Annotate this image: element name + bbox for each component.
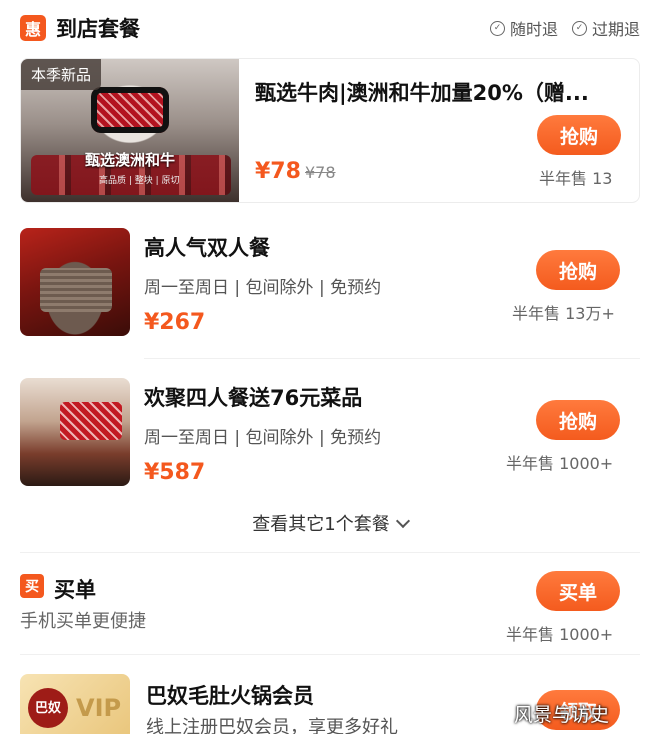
package-tags: 周一至周日 | 包间除外 | 免预约 — [144, 278, 382, 298]
season-tag: 本季新品 — [21, 59, 102, 90]
package-title[interactable]: 高人气双人餐 — [144, 232, 270, 262]
vip-subtitle: 线上注册巴奴会员，享更多好礼 — [146, 717, 398, 734]
vip-card-image[interactable]: 巴奴 VIP — [20, 674, 130, 734]
divider — [20, 654, 640, 655]
pay-title: 买单 — [54, 578, 96, 602]
image-caption: 甄选澳洲和牛 — [85, 151, 176, 169]
featured-deal-image: 本季新品 甄选澳洲和牛 高品质 | 整块 | 原切 — [21, 59, 239, 202]
section-header: 惠 到店套餐 ✓ 随时退 ✓ 过期退 — [20, 10, 640, 46]
image-subcaption: 高品质 | 整块 | 原切 — [99, 176, 180, 186]
package-tags: 周一至周日 | 包间除外 | 免预约 — [144, 428, 382, 448]
guarantee-label: 随时退 — [509, 20, 558, 39]
brand-logo: 巴奴 — [28, 688, 68, 728]
package-price: ¥267 — [144, 310, 206, 335]
discount-badge: 惠 — [20, 15, 46, 41]
package-title[interactable]: 欢聚四人餐送76元菜品 — [144, 382, 362, 412]
view-more-label: 查看其它1个套餐 — [252, 514, 390, 535]
sales-count: 半年售 13 — [539, 169, 613, 188]
vip-title[interactable]: 巴奴毛肚火锅会员 — [146, 680, 314, 710]
pay-badge: 买 — [20, 574, 44, 598]
sales-count: 半年售 1000+ — [506, 454, 614, 473]
sales-count: 半年售 1000+ — [506, 625, 614, 644]
section-title: 到店套餐 — [56, 17, 140, 41]
buy-button[interactable]: 抢购 — [537, 115, 621, 155]
guarantee-refund-expired: ✓ 过期退 — [571, 16, 640, 40]
package-image[interactable] — [20, 378, 130, 486]
guarantee-refund-anytime: ✓ 随时退 — [489, 16, 558, 40]
sales-count: 半年售 13万+ — [512, 304, 615, 323]
divider — [20, 552, 640, 553]
vip-label: VIP — [76, 694, 122, 722]
chevron-down-icon — [395, 513, 410, 529]
original-price: ¥78 — [305, 163, 336, 182]
package-image[interactable] — [20, 228, 130, 336]
deal-title: 甄选牛肉|澳洲和牛加量20%（赠... — [255, 81, 589, 105]
buy-button[interactable]: 抢购 — [536, 400, 620, 440]
guarantee-label: 过期退 — [591, 20, 640, 39]
pay-subtitle: 手机买单更便捷 — [20, 611, 146, 632]
wagyu-meat-graphic — [91, 87, 169, 133]
package-price: ¥587 — [144, 460, 206, 485]
pay-button[interactable]: 买单 — [536, 571, 620, 611]
check-circle-icon: ✓ — [571, 20, 587, 36]
guarantees: ✓ 随时退 ✓ 过期退 — [489, 16, 640, 40]
divider — [144, 358, 640, 359]
deal-price: ¥78 — [255, 159, 301, 184]
check-circle-icon: ✓ — [489, 20, 505, 36]
featured-deal-card[interactable]: 本季新品 甄选澳洲和牛 高品质 | 整块 | 原切 甄选牛肉|澳洲和牛加量20%… — [20, 58, 640, 203]
view-more-packages-link[interactable]: 查看其它1个套餐 — [0, 510, 660, 536]
watermark: 风景与访史 — [514, 704, 610, 726]
buy-button[interactable]: 抢购 — [536, 250, 620, 290]
